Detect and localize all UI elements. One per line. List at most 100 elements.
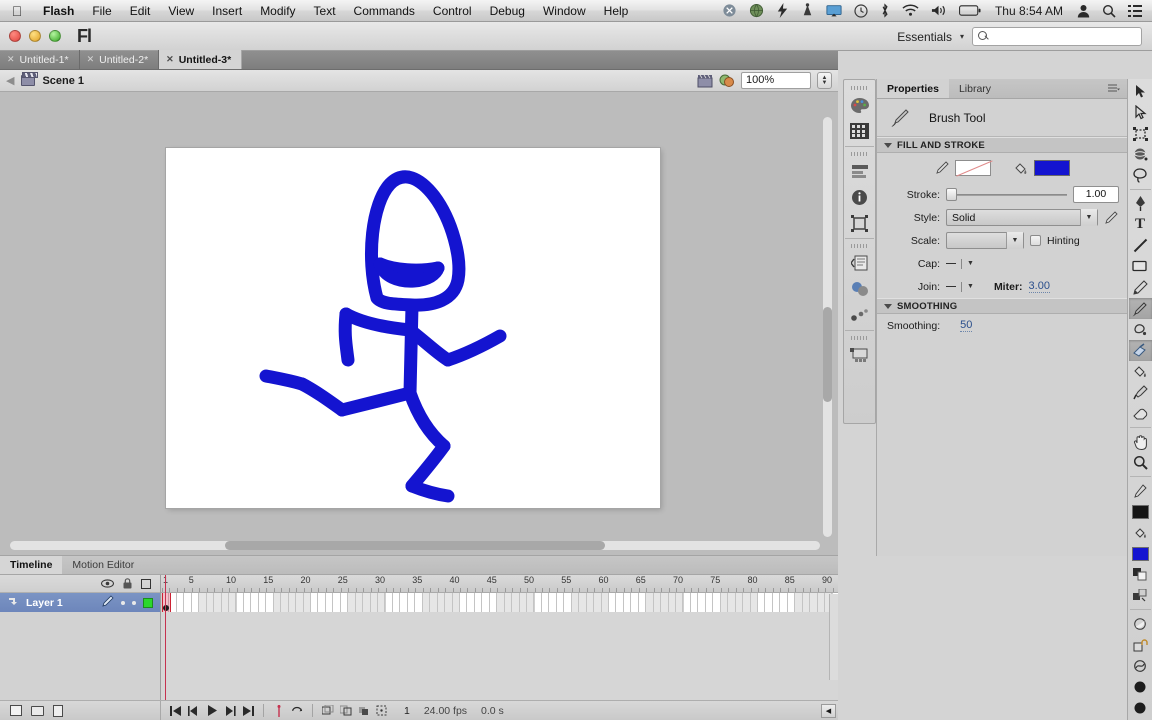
timeline-frame-cell[interactable]: [743, 593, 751, 612]
brush-mode-icon[interactable]: [1129, 676, 1152, 697]
edit-scene-icon[interactable]: [697, 74, 713, 88]
workspace-selector[interactable]: Essentials: [897, 30, 952, 44]
swatches-panel-icon[interactable]: [846, 118, 873, 144]
scroll-thumb[interactable]: [225, 541, 605, 550]
zoom-tool[interactable]: [1129, 452, 1152, 473]
timeline-frame-cell[interactable]: [206, 593, 215, 612]
timeline-frame-cell[interactable]: [556, 593, 565, 612]
bluetooth-icon[interactable]: [874, 3, 896, 18]
timeline-frame-cell[interactable]: [422, 593, 431, 612]
timeline-frame-cell[interactable]: [370, 593, 379, 612]
globe-icon[interactable]: [743, 3, 770, 18]
stroke-color-control[interactable]: [935, 160, 991, 176]
eye-icon[interactable]: [100, 579, 115, 588]
apple-icon[interactable]: : [0, 3, 34, 19]
slider-knob[interactable]: [946, 188, 957, 201]
chevron-down-icon[interactable]: ▼: [967, 260, 974, 267]
stroke-style-select[interactable]: Solid ▼: [946, 209, 1098, 226]
timeline-frame-cell[interactable]: [683, 593, 691, 612]
keyframe-marker[interactable]: [163, 605, 169, 611]
stroke-width-slider[interactable]: [946, 188, 1067, 201]
timeline-frame-cell[interactable]: [601, 593, 609, 612]
wifi-signal-icon[interactable]: [795, 3, 820, 18]
timeline-frame-cell[interactable]: [392, 593, 401, 612]
menu-edit[interactable]: Edit: [121, 0, 160, 22]
menu-file[interactable]: File: [83, 0, 120, 22]
timeline-frame-cell[interactable]: [564, 593, 572, 612]
smoothing-value[interactable]: 50: [960, 319, 973, 332]
menu-commands[interactable]: Commands: [345, 0, 424, 22]
fill-color-control[interactable]: [1013, 160, 1070, 176]
timeline-frame-cell[interactable]: [445, 593, 453, 612]
menu-flash[interactable]: Flash: [34, 0, 83, 22]
doc-tab-untitled-3[interactable]: ✕ Untitled-3*: [159, 50, 243, 69]
layer-visible-dot[interactable]: [121, 600, 125, 605]
timeline-frame-cell[interactable]: [296, 593, 304, 612]
play-icon[interactable]: [206, 705, 218, 717]
stroke-color-tool[interactable]: [1129, 480, 1152, 501]
timeline-frame-cell[interactable]: [571, 593, 580, 612]
timeline-frame-cell[interactable]: [318, 593, 326, 612]
scale-select[interactable]: ▼: [946, 232, 1024, 249]
loop-icon[interactable]: [291, 705, 303, 717]
timeline-frame-cell[interactable]: [705, 593, 714, 612]
timeline-frame-cell[interactable]: [802, 593, 811, 612]
menu-view[interactable]: View: [159, 0, 203, 22]
stage-vertical-scrollbar[interactable]: [823, 117, 832, 537]
new-folder-icon[interactable]: [31, 705, 44, 716]
tab-properties[interactable]: Properties: [877, 79, 949, 98]
timeline-frame-cell[interactable]: [616, 593, 624, 612]
timeline-frame-cell[interactable]: [452, 593, 460, 612]
hinting-checkbox[interactable]: [1030, 235, 1041, 246]
flash-plug-icon[interactable]: [770, 3, 795, 18]
text-tool[interactable]: T: [1129, 214, 1152, 235]
3d-rotation-tool[interactable]: [1129, 144, 1152, 165]
back-arrow-icon[interactable]: ◀: [6, 74, 14, 87]
last-frame-icon[interactable]: [242, 705, 254, 717]
modify-markers-icon[interactable]: [340, 705, 352, 717]
timeline-frame-cell[interactable]: [817, 593, 826, 612]
eyedropper-tool[interactable]: [1129, 382, 1152, 403]
timeline-ruler[interactable]: 151015202530354045505560657075808590: [161, 575, 838, 593]
resize-handle-icon[interactable]: ◀: [821, 703, 836, 718]
free-transform-tool[interactable]: [1129, 123, 1152, 144]
motion-presets-icon[interactable]: [846, 276, 873, 302]
black-white-icon[interactable]: [1129, 564, 1152, 585]
timeline-frame-cell[interactable]: [519, 593, 528, 612]
pen-tool[interactable]: [1129, 193, 1152, 214]
timeline-frame-cell[interactable]: [631, 593, 639, 612]
timeline-frame-cell[interactable]: [467, 593, 475, 612]
menu-help[interactable]: Help: [595, 0, 638, 22]
fps-value[interactable]: 24.00 fps: [424, 705, 467, 717]
cap-select[interactable]: ▼: [946, 258, 974, 269]
timeline-frame-cell[interactable]: [698, 593, 706, 612]
brush-size-icon[interactable]: [1129, 613, 1152, 634]
timeline-frame-cell[interactable]: [594, 593, 602, 612]
pencil-edit-icon[interactable]: [1104, 210, 1119, 225]
zoom-stepper[interactable]: ▲ ▼: [817, 72, 832, 89]
components-icon[interactable]: [846, 302, 873, 328]
prev-frame-icon[interactable]: [188, 705, 200, 717]
timeline-frame-cell[interactable]: [407, 593, 416, 612]
timeline-frame-cell[interactable]: [184, 593, 192, 612]
timeline-frame-cell[interactable]: [214, 593, 222, 612]
edit-multiple-frames-icon[interactable]: [322, 705, 334, 717]
doc-tab-untitled-1[interactable]: ✕ Untitled-1*: [0, 50, 80, 69]
timeline-frame-cell[interactable]: [668, 593, 677, 612]
stroke-width-input[interactable]: 1.00: [1073, 186, 1119, 203]
paint-bucket-tool[interactable]: [1129, 361, 1152, 382]
timeline-frame-cell[interactable]: [311, 593, 319, 612]
timeline-frame-cell[interactable]: [720, 593, 729, 612]
brush-shape-icon[interactable]: [1129, 697, 1152, 718]
brush-tool[interactable]: [1128, 298, 1152, 319]
timeline-frame-cell[interactable]: [355, 593, 364, 612]
list-icon[interactable]: [1122, 4, 1152, 17]
close-icon[interactable]: ✕: [7, 54, 15, 65]
menubar-clock[interactable]: Thu 8:54 AM: [987, 4, 1071, 18]
onion-skin-icon[interactable]: [273, 704, 285, 717]
menu-insert[interactable]: Insert: [203, 0, 251, 22]
hand-tool[interactable]: [1129, 431, 1152, 452]
timeline-frame-cell[interactable]: [251, 593, 259, 612]
close-button[interactable]: [9, 30, 21, 42]
timeline-frame-cell[interactable]: [191, 593, 200, 612]
